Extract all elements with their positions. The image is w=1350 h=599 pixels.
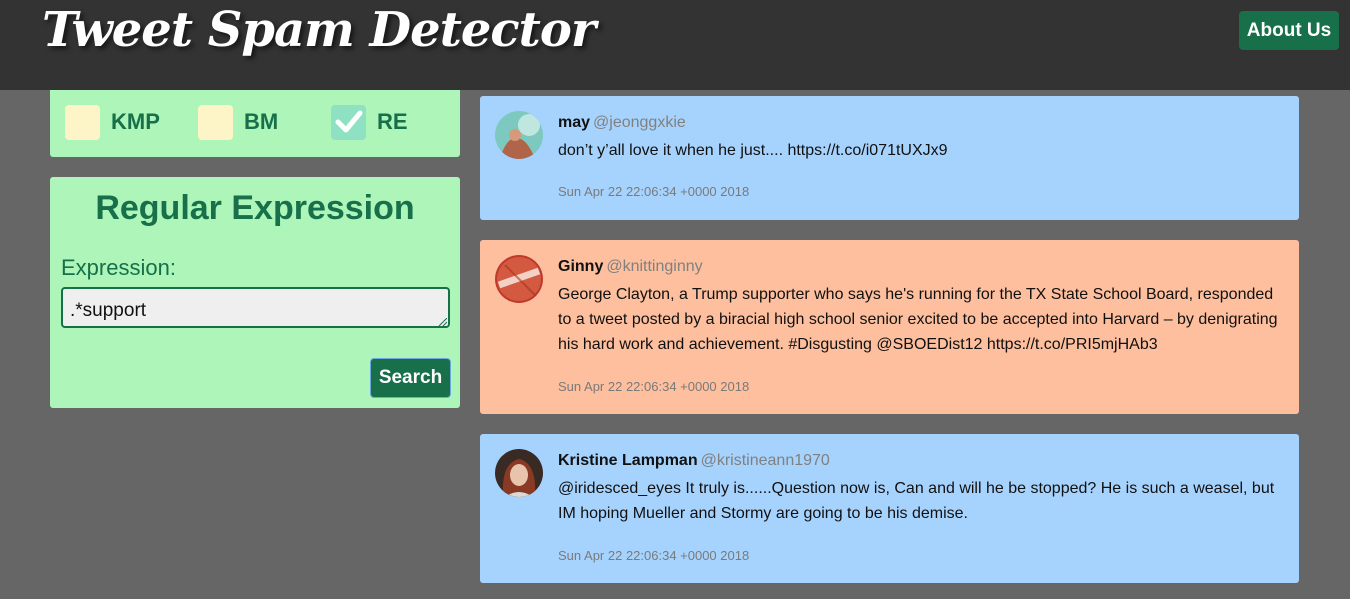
algorithm-option-bm[interactable]: BM (198, 104, 278, 140)
kmp-label: KMP (111, 109, 160, 134)
re-label: RE (377, 109, 408, 134)
tweet-text: don’t y’all love it when he just.... htt… (558, 142, 948, 159)
search-button[interactable]: Search (370, 358, 451, 398)
kmp-checkbox[interactable] (65, 104, 100, 140)
re-checkbox[interactable] (331, 104, 366, 140)
avatar (495, 255, 543, 303)
tweet-author-handle: @jeonggxkie (593, 114, 686, 131)
tweet-text: George Clayton, a Trump supporter who sa… (558, 286, 1278, 353)
algorithm-selector: KMP BM RE (50, 90, 460, 157)
tweet-text: @iridesced_eyes It truly is......Questio… (558, 480, 1275, 522)
tweet-author-name: Kristine Lampman (558, 452, 698, 469)
app-title: Tweet Spam Detector (42, 2, 596, 58)
tweet-header: Kristine Lampman @kristineann1970 (558, 452, 830, 470)
tweet-author-name: may (558, 114, 591, 131)
bm-checkbox[interactable] (198, 104, 233, 140)
algorithm-option-re[interactable]: RE (331, 104, 408, 140)
tweet-card: Ginny @knittinginny George Clayton, a Tru… (480, 240, 1299, 414)
tweet-author-name: Ginny (558, 258, 604, 275)
expression-label: Expression: (61, 255, 176, 280)
panel-title: Regular Expression (95, 189, 415, 227)
top-navbar: Tweet Spam Detector About Us (0, 0, 1350, 90)
tweet-header: may @jeonggxkie (558, 114, 686, 132)
expression-input[interactable] (61, 287, 450, 328)
resize-handle-icon[interactable] (438, 318, 447, 326)
tweet-author-handle: @kristineann1970 (700, 452, 830, 469)
algorithm-option-kmp[interactable]: KMP (65, 104, 160, 140)
tweet-card: may @jeonggxkie don’t y’all love it when … (480, 96, 1299, 220)
tweet-timestamp: Sun Apr 22 22:06:34 +0000 2018 (558, 548, 750, 563)
regex-search-panel: Regular Expression Expression: Search (50, 177, 460, 408)
avatar (495, 449, 543, 497)
tweet-header: Ginny @knittinginny (558, 258, 703, 276)
about-us-button[interactable]: About Us (1239, 11, 1339, 50)
bm-label: BM (244, 109, 279, 134)
check-icon (335, 110, 362, 133)
avatar (495, 111, 543, 159)
tweet-timestamp: Sun Apr 22 22:06:34 +0000 2018 (558, 379, 750, 394)
tweet-card: Kristine Lampman @kristineann1970 @irides… (480, 434, 1299, 583)
tweet-author-handle: @knittinginny (606, 258, 703, 275)
tweet-timestamp: Sun Apr 22 22:06:34 +0000 2018 (558, 184, 750, 199)
